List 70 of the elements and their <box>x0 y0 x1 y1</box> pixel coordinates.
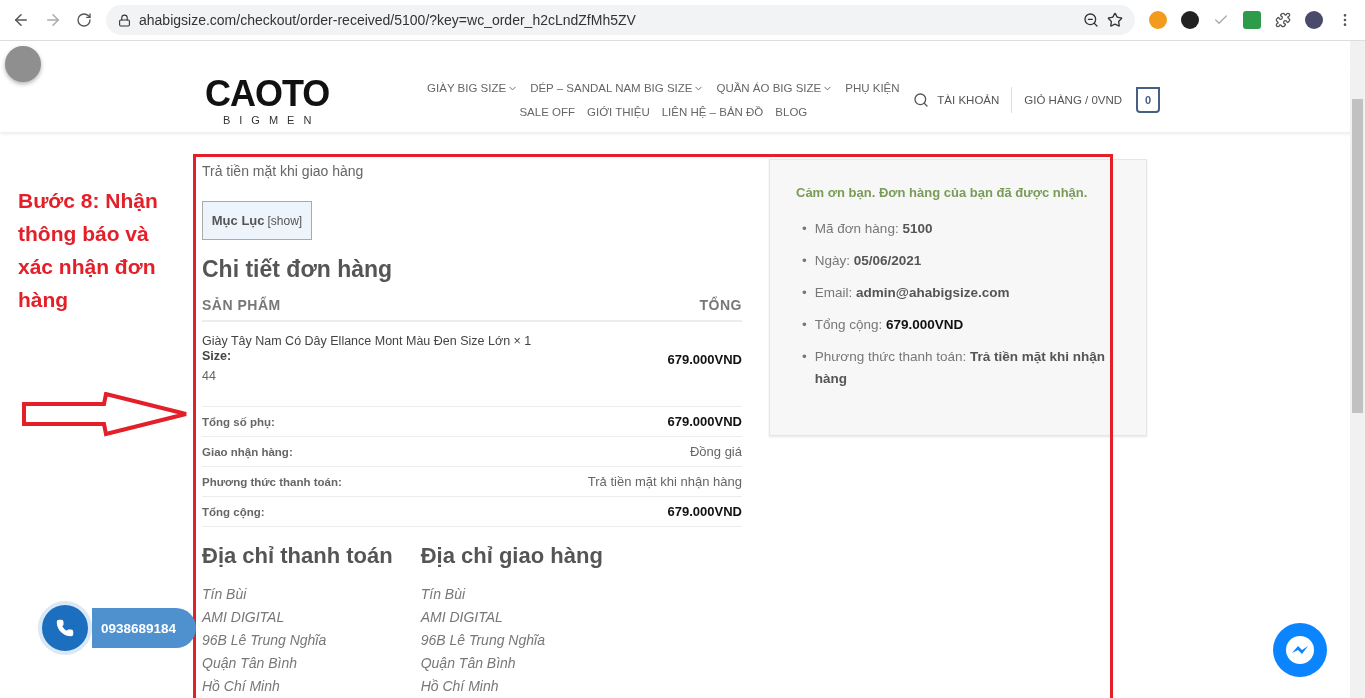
cart-link[interactable]: GIỎ HÀNG / 0VND <box>1024 94 1123 106</box>
nav-link[interactable]: QUẦN ÁO BIG SIZE <box>716 82 834 94</box>
summary-item: Mã đơn hàng: 5100 <box>814 220 933 238</box>
extension-icon[interactable] <box>1181 11 1199 29</box>
thank-you-message: Cảm ơn bạn. Đơn hàng của bạn đã được nhận. <box>796 185 1089 200</box>
profile-avatar[interactable] <box>1305 11 1323 29</box>
totals-label: Tổng cộng: <box>202 505 265 518</box>
section-heading: Chi tiết đơn hàng <box>202 256 394 283</box>
nav-link[interactable]: GIÀY BIG SIZE <box>427 82 519 94</box>
zoom-icon[interactable] <box>1083 12 1099 28</box>
nav-link[interactable]: GIỚI THIỆU <box>587 106 650 118</box>
address-heading: Địa chỉ giao hàng <box>420 543 603 569</box>
address-line: Quận Tân Bình <box>420 654 517 673</box>
bullet-marker: • <box>802 252 807 270</box>
bullet-marker: • <box>802 316 807 334</box>
bullet-marker: • <box>802 348 807 366</box>
nav-link[interactable]: BLOG <box>775 106 808 118</box>
account-link[interactable]: TÀI KHOẢN <box>937 94 1000 106</box>
nav-link[interactable]: PHỤ KIỆN <box>845 82 900 94</box>
address-line: Hồ Chí Minh <box>202 677 281 696</box>
totals-value: Đồng giá <box>689 444 742 459</box>
summary-item: Phương thức thanh toán: Trả tiền mặt khi nhận hàng <box>814 348 1107 388</box>
address-line: Hồ Chí Minh <box>420 677 500 696</box>
address-line: AMI DIGITAL <box>420 608 504 627</box>
bullet-marker: • <box>802 284 807 302</box>
phone-number-button[interactable]: 0938689184 <box>92 608 196 648</box>
address-bar[interactable]: ahabigsize.com/checkout/order-received/5100/?key=wc_order_h2cLndZfMh5ZV <box>106 5 1135 35</box>
messenger-icon[interactable] <box>1273 623 1327 677</box>
back-button[interactable] <box>12 11 30 29</box>
bullet-marker: • <box>802 220 807 238</box>
address-line: AMI DIGITAL <box>202 608 286 627</box>
product-name: Giày Tây Nam Có Dây Ellance Mont Màu Đen Size Lớn × 1 <box>202 334 532 349</box>
nav-link[interactable]: LIÊN HỆ – BẢN ĐỒ <box>661 106 764 118</box>
product-total: 679.000VND <box>667 351 742 367</box>
scrollbar[interactable] <box>1350 41 1365 698</box>
size-label: Size: <box>202 349 233 364</box>
address-line: Tín Bùi <box>420 585 467 604</box>
lock-icon <box>118 13 131 27</box>
address-heading: Địa chỉ thanh toán <box>202 543 393 569</box>
extensions-puzzle-icon[interactable] <box>1275 12 1291 28</box>
floating-circle[interactable] <box>5 46 41 82</box>
totals-label: Giao nhận hàng: <box>202 445 293 458</box>
address-line: Quận Tân Bình <box>202 654 298 673</box>
payment-note: Trả tiền mặt khi giao hàng <box>202 163 365 179</box>
size-value: 44 <box>202 369 217 384</box>
column-header: TỔNG <box>699 297 742 313</box>
site-logo[interactable]: CAOTO BIGMEN <box>205 74 330 126</box>
phone-icon[interactable] <box>38 601 92 655</box>
summary-item: Tổng cộng: 679.000VND <box>814 316 964 334</box>
totals-value: 679.000VND <box>667 504 742 519</box>
totals-value: 679.000VND <box>667 414 742 429</box>
toc-toggle-link[interactable]: [show] <box>267 213 303 228</box>
annotation-text: Bước 8: Nhận thông báo và xác nhận đơn hàng <box>18 188 159 313</box>
address-line: Tín Bùi <box>202 585 248 604</box>
toc-title: Mục Lục <box>211 213 265 228</box>
arrow-icon <box>22 392 188 438</box>
summary-item: Email: admin@ahabigsize.com <box>814 284 1010 302</box>
totals-label: Phương thức thanh toán: <box>202 475 342 488</box>
nav-link[interactable]: SALE OFF <box>519 106 575 118</box>
nav-link[interactable]: DÉP – SANDAL NAM BIG SIZE <box>530 82 705 94</box>
totals-label: Tổng số phụ: <box>202 415 275 428</box>
totals-value: Trả tiền mặt khi nhận hàng <box>587 474 742 489</box>
bookmark-star-icon[interactable] <box>1107 12 1123 28</box>
reload-button[interactable] <box>76 12 92 28</box>
address-line: 96B Lê Trung Nghĩa <box>420 631 546 650</box>
address-line: 96B Lê Trung Nghĩa <box>202 631 328 650</box>
column-header: SẢN PHẨM <box>202 297 281 313</box>
cart-count[interactable]: 0 <box>1136 87 1161 113</box>
search-icon[interactable] <box>913 92 930 108</box>
summary-item: Ngày: 05/06/2021 <box>814 252 922 270</box>
